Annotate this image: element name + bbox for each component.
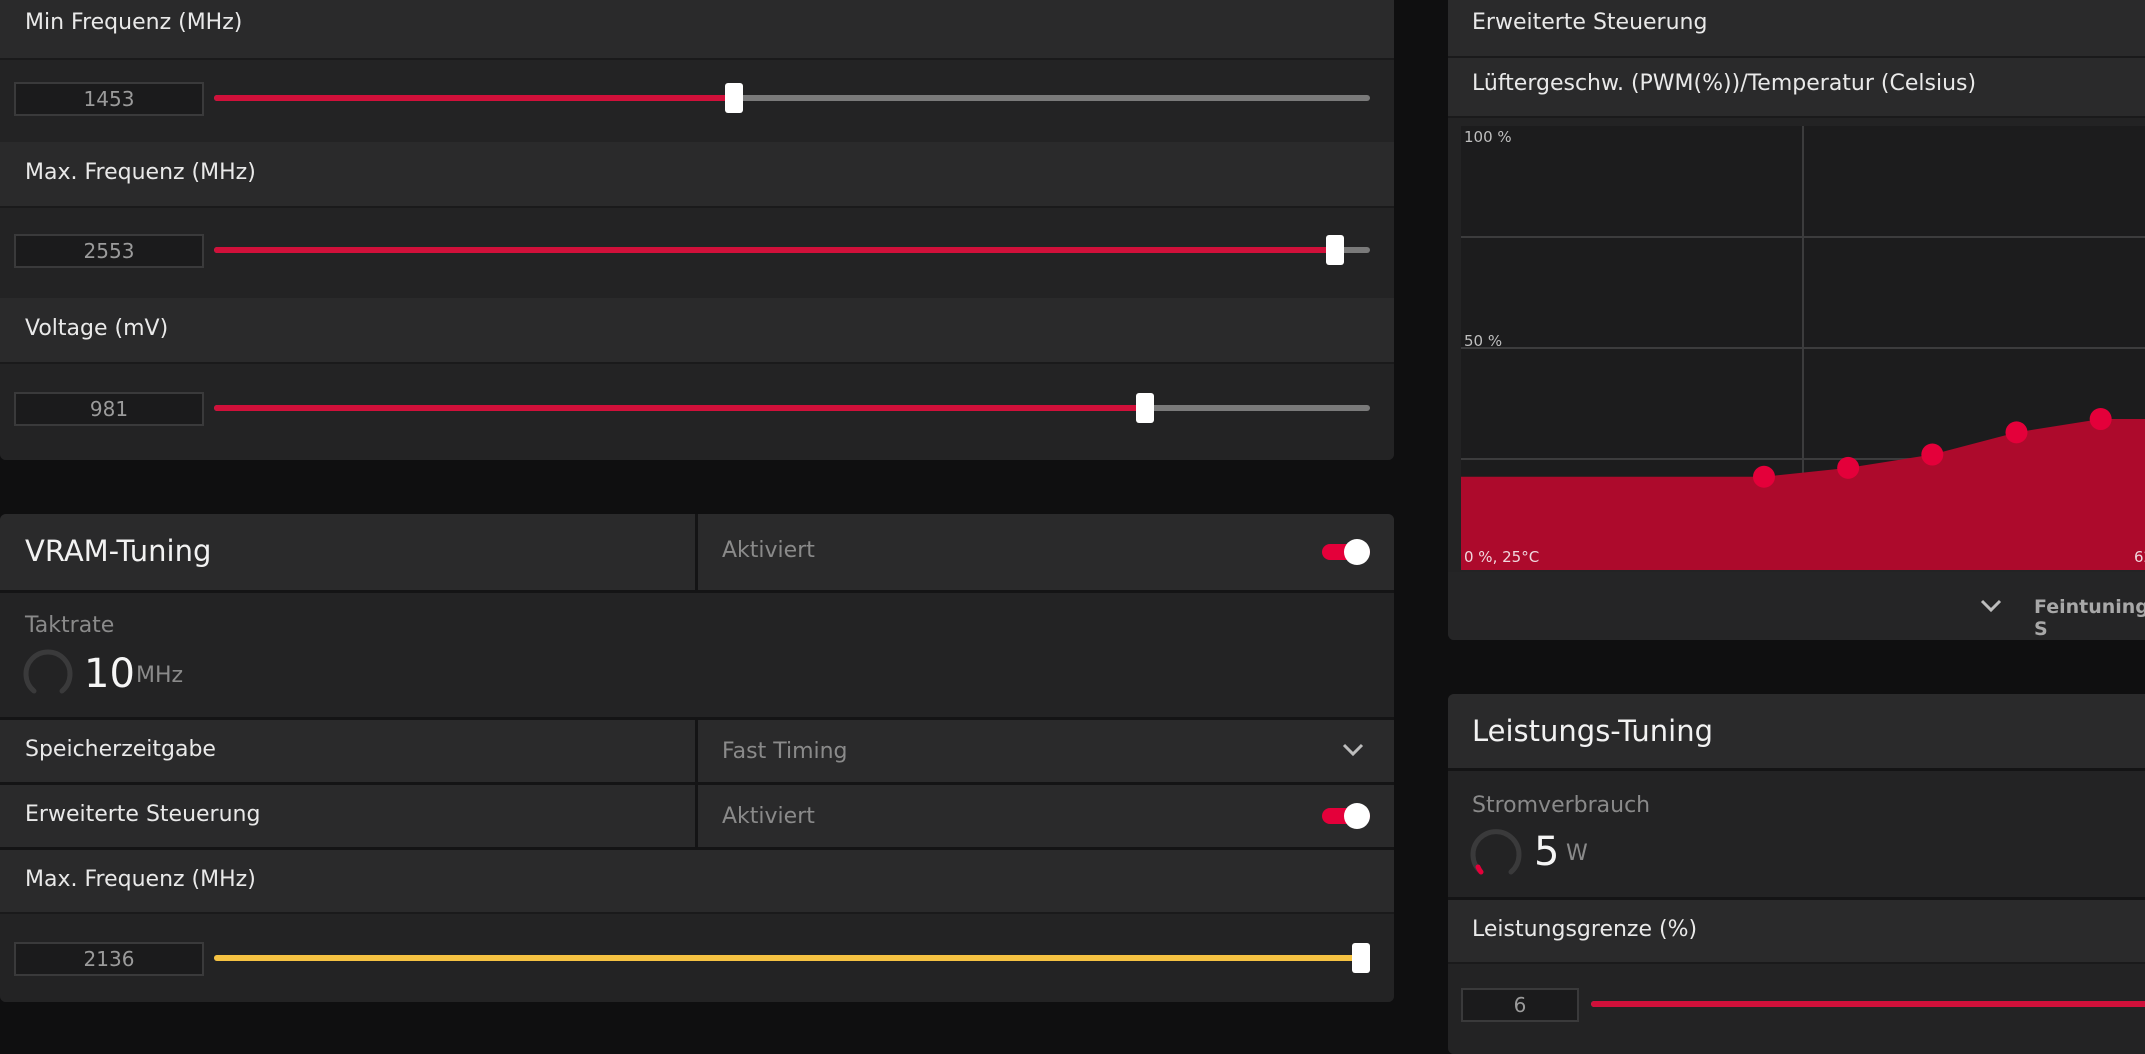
performance-panel: Leistungs-Tuning Stromverbrauch 5 W Leis… <box>1448 694 2145 1054</box>
fan-advanced-row: Erweiterte Steuerung <box>1448 0 2145 58</box>
fan-curve-point[interactable] <box>2089 408 2112 431</box>
power-limit-row: 6 <box>1448 964 2145 1054</box>
perf-title: Leistungs-Tuning <box>1472 714 1714 748</box>
toggle-knob <box>1344 803 1370 829</box>
fine-tuning-label[interactable]: Feintuning-S <box>2034 596 2145 640</box>
min-freq-input[interactable]: 1453 <box>14 82 204 116</box>
vram-advanced-value: Aktiviert <box>722 804 815 829</box>
fan-x-right-label: 62 <box>2134 548 2145 566</box>
min-freq-label: Min Frequenz (MHz) <box>25 10 243 35</box>
fan-y-mid-label: 50 % <box>1464 332 1503 350</box>
slider-fill <box>214 95 735 101</box>
fan-curve-point[interactable] <box>1753 465 1775 488</box>
timing-row[interactable]: Speicherzeitgabe Fast Timing <box>0 720 1394 785</box>
fan-curve-point[interactable] <box>1837 456 1860 479</box>
slider-thumb[interactable] <box>725 83 744 113</box>
power-limit-slider[interactable] <box>1591 1001 2145 1007</box>
vram-clock-row: Taktrate 10 MHz <box>0 593 1394 720</box>
power-label: Stromverbrauch <box>1472 793 1651 818</box>
vram-maxfreq-slider[interactable] <box>214 943 1370 973</box>
fan-curve-chart[interactable]: 100 % 50 % 0 %, 25°C 62 <box>1461 126 2145 570</box>
fan-chart-title: Lüftergeschw. (PWM(%))/Temperatur (Celsi… <box>1472 71 1977 96</box>
slider-fill <box>214 405 1145 411</box>
min-freq-slider[interactable] <box>214 83 1370 113</box>
fan-chart-title-row: Lüftergeschw. (PWM(%))/Temperatur (Celsi… <box>1448 58 2145 118</box>
vram-clock-unit: MHz <box>136 663 184 688</box>
power-unit: W <box>1566 841 1588 866</box>
divider <box>695 720 698 782</box>
fan-curve-point[interactable] <box>2005 421 2028 444</box>
timing-label: Speicherzeitgabe <box>25 737 216 762</box>
vram-clock-value: 10 <box>84 651 135 697</box>
fan-origin-label: 0 %, 25°C <box>1464 548 1540 566</box>
fine-tuning-row[interactable]: Feintuning-S <box>1448 572 2145 640</box>
slider-thumb[interactable] <box>1352 943 1370 973</box>
vram-title-row: VRAM-Tuning Aktiviert <box>0 514 1394 593</box>
fan-panel: Erweiterte Steuerung Lüftergeschw. (PWM(… <box>1448 0 2145 640</box>
slider-thumb[interactable] <box>1326 235 1345 265</box>
fan-y-top-label: 100 % <box>1464 128 1512 146</box>
max-freq-row: 2553 <box>0 208 1394 298</box>
vram-enabled-label: Aktiviert <box>722 538 815 563</box>
voltage-row: 981 <box>0 364 1394 460</box>
power-limit-label: Leistungsgrenze (%) <box>1472 917 1698 942</box>
power-limit-header: Leistungsgrenze (%) <box>1448 900 2145 964</box>
vram-maxfreq-header: Max. Frequenz (MHz) <box>0 850 1394 914</box>
fan-curve-svg[interactable] <box>1461 126 2145 570</box>
min-freq-row: 1453 <box>0 60 1394 142</box>
vram-clock-label: Taktrate <box>25 613 115 638</box>
slider-fill <box>1591 1001 2145 1007</box>
vram-maxfreq-label: Max. Frequenz (MHz) <box>25 867 256 892</box>
clock-gauge-icon <box>23 649 73 694</box>
vram-enable-toggle[interactable] <box>1322 539 1370 565</box>
vram-title: VRAM-Tuning <box>25 534 212 568</box>
voltage-input[interactable]: 981 <box>14 392 204 426</box>
vram-maxfreq-row: 2136 <box>0 914 1394 1002</box>
timing-value[interactable]: Fast Timing <box>722 739 848 764</box>
power-value: 5 <box>1534 829 1560 875</box>
slider-thumb[interactable] <box>1135 393 1154 423</box>
fan-advanced-label: Erweiterte Steuerung <box>1472 10 1708 35</box>
min-freq-header: Min Frequenz (MHz) <box>0 0 1394 60</box>
max-freq-input[interactable]: 2553 <box>14 234 204 268</box>
vram-advanced-toggle[interactable] <box>1322 803 1370 829</box>
divider <box>695 514 698 590</box>
slider-fill <box>214 955 1361 961</box>
voltage-slider[interactable] <box>214 393 1370 423</box>
power-row: Stromverbrauch 5 W <box>1448 771 2145 900</box>
chevron-down-icon[interactable] <box>1980 598 2002 614</box>
divider <box>695 785 698 847</box>
slider-fill <box>214 247 1336 253</box>
toggle-knob <box>1344 539 1370 565</box>
perf-title-row: Leistungs-Tuning <box>1448 694 2145 771</box>
power-limit-input[interactable]: 6 <box>1461 988 1579 1022</box>
chevron-down-icon[interactable] <box>1342 742 1364 758</box>
max-freq-header: Max. Frequenz (MHz) <box>0 142 1394 208</box>
gpu-tuning-panel: Min Frequenz (MHz) 1453 Max. Frequenz (M… <box>0 0 1394 460</box>
voltage-header: Voltage (mV) <box>0 298 1394 364</box>
vram-maxfreq-input[interactable]: 2136 <box>14 942 204 976</box>
power-gauge-icon <box>1470 829 1522 875</box>
fan-curve-point[interactable] <box>1921 443 1944 466</box>
max-freq-slider[interactable] <box>214 235 1370 265</box>
voltage-label: Voltage (mV) <box>25 316 169 341</box>
vram-advanced-label: Erweiterte Steuerung <box>25 802 261 827</box>
vram-advanced-row: Erweiterte Steuerung Aktiviert <box>0 785 1394 850</box>
max-freq-label: Max. Frequenz (MHz) <box>25 160 256 185</box>
vram-tuning-panel: VRAM-Tuning Aktiviert Taktrate 10 MHz Sp… <box>0 514 1394 1002</box>
